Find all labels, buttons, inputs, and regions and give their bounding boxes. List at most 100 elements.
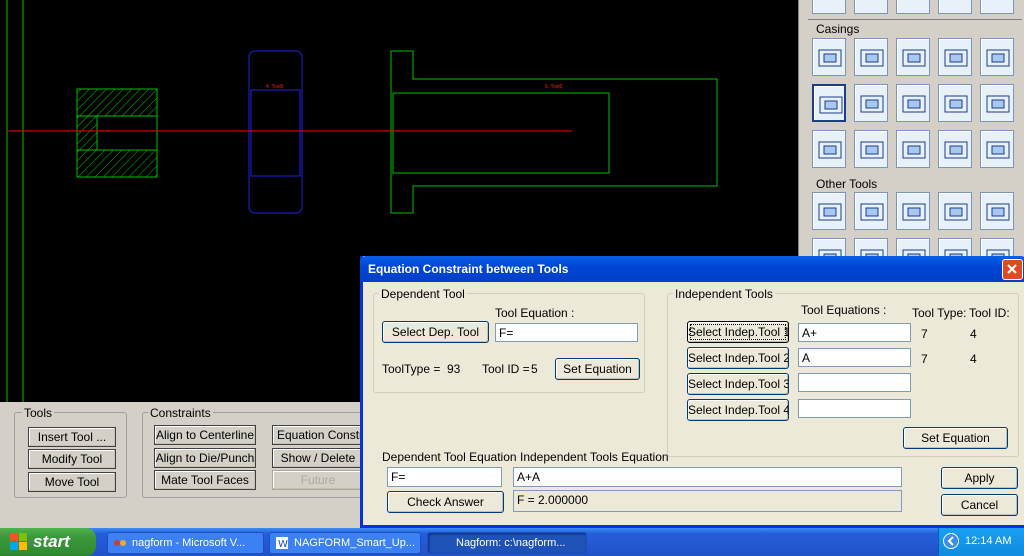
check-answer-button[interactable]: Check Answer <box>387 491 504 513</box>
palette-tile[interactable] <box>980 130 1014 168</box>
palette-tile[interactable] <box>980 192 1014 230</box>
align-die-punch-button[interactable]: Align to Die/Punch <box>154 448 256 468</box>
mate-tool-faces-button[interactable]: Mate Tool Faces <box>154 470 256 490</box>
tool-shape-icon <box>944 203 968 221</box>
tool-label-4: 4. Tool0 <box>266 84 284 90</box>
palette-tile[interactable] <box>812 0 846 14</box>
start-label: start <box>33 532 70 551</box>
independent-tools-group-label: Independent Tools <box>673 287 775 301</box>
tool-label-5: 5. Tool0 <box>545 84 563 90</box>
modify-tool-button[interactable]: Modify Tool <box>28 449 116 469</box>
start-button[interactable]: start <box>0 528 96 556</box>
tray-expand-button[interactable] <box>943 533 959 549</box>
indep-tool-3-equation-input[interactable] <box>798 373 911 392</box>
palette-tile[interactable] <box>854 0 888 14</box>
equation-constraint-dialog: Equation Constraint between Tools Depend… <box>360 256 1024 528</box>
tool-shape-icon <box>902 141 926 159</box>
palette-tile[interactable] <box>812 130 846 168</box>
close-button[interactable] <box>1002 259 1023 280</box>
tool-shape-icon <box>944 95 968 113</box>
palette-tile[interactable] <box>980 0 1014 14</box>
toolid-value: 5 <box>531 362 538 376</box>
palette-tile[interactable] <box>938 84 972 122</box>
select-indep-tool-2-button[interactable]: Select Indep.Tool 2 <box>687 347 789 369</box>
palette-tile[interactable] <box>896 192 930 230</box>
tool-shape-icon <box>818 203 842 221</box>
indep-tool-4-equation-input[interactable] <box>798 399 911 418</box>
indep-equation-result[interactable]: A+A <box>513 467 902 487</box>
palette-tile[interactable] <box>896 84 930 122</box>
palette-tile[interactable] <box>854 38 888 76</box>
select-dep-tool-button[interactable]: Select Dep. Tool <box>382 321 489 343</box>
tool-palette: Casings Other Tools <box>806 0 1024 276</box>
palette-tile[interactable] <box>812 84 846 122</box>
apply-button[interactable]: Apply <box>941 467 1018 489</box>
indep-tool-2-type: 7 <box>921 352 928 366</box>
show-delete-button[interactable]: Show / Delete <box>272 448 364 468</box>
palette-tile[interactable] <box>896 130 930 168</box>
tooltype-label: ToolType = <box>382 362 441 376</box>
dep-tool-equation-label: Dependent Tool Equation <box>382 450 517 464</box>
palette-tile[interactable] <box>854 192 888 230</box>
palette-tile[interactable] <box>854 84 888 122</box>
tool-shape-icon <box>818 141 842 159</box>
move-tool-button[interactable]: Move Tool <box>28 472 116 492</box>
dialog-titlebar[interactable]: Equation Constraint between Tools <box>360 256 1024 282</box>
select-indep-tool-3-button[interactable]: Select Indep.Tool 3 <box>687 373 789 395</box>
palette-tile[interactable] <box>980 38 1014 76</box>
taskbar-item-label: NAGFORM_Smart_Up... <box>294 537 416 549</box>
palette-tile[interactable] <box>812 38 846 76</box>
dependent-tool-group-label: Dependent Tool <box>379 287 467 301</box>
taskbar-item-word[interactable]: W NAGFORM_Smart_Up... <box>269 532 421 554</box>
cancel-button[interactable]: Cancel <box>941 494 1018 516</box>
palette-tile[interactable] <box>812 192 846 230</box>
answer-display: F = 2.000000 <box>513 490 902 512</box>
palette-tile[interactable] <box>980 84 1014 122</box>
select-indep-tool-1-button[interactable]: Select Indep.Tool 1 <box>687 321 789 343</box>
svg-text:W: W <box>278 539 288 550</box>
tool-shape-icon <box>860 203 884 221</box>
palette-tile[interactable] <box>938 0 972 14</box>
tool-equation-label: Tool Equation : <box>495 306 575 320</box>
set-equation-indep-button[interactable]: Set Equation <box>903 427 1008 449</box>
palette-tile[interactable] <box>938 130 972 168</box>
indep-tool-2-equation-input[interactable]: A <box>798 348 911 367</box>
tool-shape-icon <box>818 49 842 67</box>
close-icon <box>1007 264 1017 274</box>
tool-shape-icon <box>902 95 926 113</box>
tool-shape-icon <box>902 49 926 67</box>
taskbar-item-vb[interactable]: nagform - Microsoft V... <box>107 532 264 554</box>
align-centerline-button[interactable]: Align to Centerline <box>154 425 256 445</box>
tool-equations-header: Tool Equations : <box>801 303 887 317</box>
tool-id-header: Tool ID: <box>969 306 1010 320</box>
palette-tile[interactable] <box>896 38 930 76</box>
tool-shape-icon <box>860 141 884 159</box>
tool-shape-icon <box>986 203 1010 221</box>
select-indep-tool-4-button[interactable]: Select Indep.Tool 4 <box>687 399 789 421</box>
taskbar-item-nagform[interactable]: Nagform: c:\nagform... <box>427 532 587 554</box>
tool-shape-icon <box>944 141 968 159</box>
tool-shape-icon <box>986 141 1010 159</box>
constraints-group-label: Constraints <box>148 406 213 420</box>
palette-tile[interactable] <box>896 0 930 14</box>
indep-tool-1-equation-input[interactable]: A+ <box>798 323 911 342</box>
dep-tool-equation-input[interactable]: F= <box>495 323 638 342</box>
taskbar-item-label: nagform - Microsoft V... <box>132 537 246 549</box>
future-button: Future <box>272 470 364 490</box>
insert-tool-button[interactable]: Insert Tool ... <box>28 427 116 447</box>
dep-equation-result[interactable]: F= <box>387 467 502 487</box>
set-equation-dep-button[interactable]: Set Equation <box>555 358 640 380</box>
palette-tile[interactable] <box>938 192 972 230</box>
indep-tools-equation-label: Independent Tools Equation <box>520 450 669 464</box>
dialog-title: Equation Constraint between Tools <box>368 262 569 276</box>
equation-constraint-button[interactable]: Equation Constraint <box>272 425 364 445</box>
tool-shape-icon <box>902 203 926 221</box>
tool-shape-icon <box>860 95 884 113</box>
tool-shape-icon <box>819 96 843 114</box>
tool-shape-icon <box>944 49 968 67</box>
windows-logo-icon <box>10 533 27 550</box>
palette-tile[interactable] <box>938 38 972 76</box>
palette-tile[interactable] <box>854 130 888 168</box>
word-icon: W <box>276 537 288 550</box>
system-tray: 12:14 AM <box>938 528 1024 556</box>
